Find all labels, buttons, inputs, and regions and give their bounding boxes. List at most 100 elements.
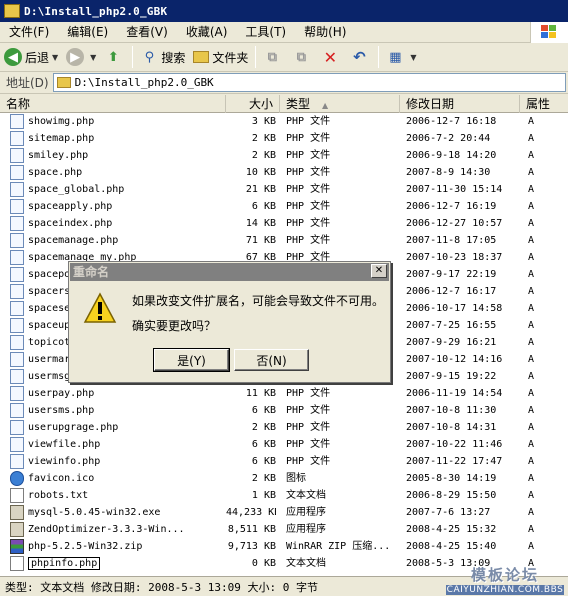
file-type: PHP 文件 [286,439,331,450]
rename-input[interactable]: phpinfo.php [28,555,254,572]
file-type: 文本文档 [286,490,326,501]
file-attributes: A [528,218,535,229]
menu-help[interactable]: 帮助(H) [295,22,355,43]
file-attributes: A [528,507,535,518]
back-button[interactable]: ◀ 后退 ▼ [0,45,62,70]
address-label: 地址(D) [6,76,49,90]
up-folder-button[interactable]: ⬆ [100,45,129,70]
file-modified: 2008-4-25 15:40 [406,541,497,552]
php-file-icon [10,250,24,265]
txt-file-icon [10,556,24,571]
file-row[interactable]: userpay.php 11 KB PHP 文件 2006-11-19 14:54 A [0,385,568,402]
file-size: 2 KB [251,133,276,144]
file-row[interactable]: robots.txt 1 KB 文本文档 2006-8-29 15:50 A [0,487,568,504]
column-size[interactable]: 大小 [226,95,280,113]
forum-watermark: 模板论坛 CAIYUNZHIAN.COM.BBS [446,564,564,595]
column-modified[interactable]: 修改日期 [400,95,520,113]
folders-icon [193,51,210,63]
file-modified: 2007-7-6 13:27 [406,507,491,518]
search-label: 搜索 [161,50,186,65]
menu-edit[interactable]: 编辑(E) [58,22,117,43]
window-titlebar: D:\Install_php2.0_GBK [0,0,568,22]
menu-tools[interactable]: 工具(T) [236,22,295,43]
file-name: viewinfo.php [28,456,101,467]
file-modified: 2007-9-15 19:22 [406,371,497,382]
column-type[interactable]: 类型 ▲ [280,95,400,113]
file-attributes: A [528,354,535,365]
php-file-icon [10,284,24,299]
file-name: sitemap.php [28,133,95,144]
file-row[interactable]: spaceindex.php 14 KB PHP 文件 2006-12-27 10:5… [0,215,568,232]
file-row[interactable]: space_global.php 21 KB PHP 文件 2007-11-30 15… [0,181,568,198]
file-row[interactable]: sitemap.php 2 KB PHP 文件 2006-7-2 20:44 A [0,130,568,147]
php-file-icon [10,233,24,248]
file-type: WinRAR ZIP 压缩... [286,541,391,552]
file-row[interactable]: ZendOptimizer-3.3.3-Win... 8,511 KB 应用程序 20… [0,521,568,538]
file-row[interactable]: userupgrage.php 2 KB PHP 文件 2007-10-8 14:31… [0,419,568,436]
menu-view[interactable]: 查看(V) [117,22,177,43]
address-bar: 地址(D) D:\Install_php2.0_GBK [0,72,568,94]
file-size: 6 KB [251,456,276,467]
folder-icon [56,77,71,88]
file-modified: 2006-12-7 16:17 [406,286,497,297]
undo-icon: ↶ [353,48,366,66]
file-size: 0 KB [251,558,276,569]
folders-button[interactable]: 文件夹 [189,45,252,70]
file-size: 14 KB [245,218,276,229]
forward-button[interactable]: ▶ ▼ [62,45,100,70]
undo-button[interactable]: ↶ [346,45,375,70]
file-row[interactable]: mysql-5.0.45-win32.exe 44,233 KB 应用程序 2007-… [0,504,568,521]
file-name: userpay.php [28,388,95,399]
php-file-icon [10,403,24,418]
menu-file[interactable]: 文件(F) [0,22,58,43]
move-to-button[interactable]: ⧉ [259,45,288,70]
yes-button[interactable]: 是(Y) [153,348,230,372]
no-button[interactable]: 否(N) [234,349,309,371]
copy-to-button[interactable]: ⧉ [288,45,317,70]
search-button[interactable]: ⚲ 搜索 [136,45,189,70]
file-row[interactable]: php-5.2.5-Win32.zip 9,713 KB WinRAR ZIP 压缩… [0,538,568,555]
file-type: PHP 文件 [286,218,331,229]
column-attributes[interactable]: 属性 [520,95,568,113]
file-attributes: A [528,439,535,450]
menu-bar: 文件(F) 编辑(E) 查看(V) 收藏(A) 工具(T) 帮助(H) [0,22,568,43]
file-modified: 2007-8-9 14:30 [406,167,491,178]
file-attributes: A [528,456,535,467]
toolbar-separator [132,46,134,68]
file-row[interactable]: smiley.php 2 KB PHP 文件 2006-9-18 14:20 A [0,147,568,164]
delete-button[interactable]: ✕ [317,45,346,70]
file-row[interactable]: space.php 10 KB PHP 文件 2007-8-9 14:30 A [0,164,568,181]
file-modified: 2006-7-2 20:44 [406,133,491,144]
views-button[interactable]: ▦ ▼ [382,45,420,70]
file-size: 8,511 KB [227,524,276,535]
toolbar-separator [255,46,257,68]
back-arrow-icon: ◀ [4,48,22,66]
column-name[interactable]: 名称 [0,95,226,113]
file-row[interactable]: spaceapply.php 6 KB PHP 文件 2006-12-7 16:19 A [0,198,568,215]
file-attributes: A [528,201,535,212]
menu-favorites[interactable]: 收藏(A) [177,22,237,43]
file-type: PHP 文件 [286,116,331,127]
zip-file-icon [10,539,24,554]
php-file-icon [10,420,24,435]
file-modified: 2008-4-25 15:32 [406,524,497,535]
file-modified: 2007-10-8 14:31 [406,422,497,433]
file-row[interactable]: showimg.php 3 KB PHP 文件 2006-12-7 16:18 A [0,113,568,130]
copy-to-icon: ⧉ [296,49,306,65]
file-modified: 2007-11-8 17:05 [406,235,497,246]
file-attributes: A [528,167,535,178]
file-row[interactable]: usersms.php 6 KB PHP 文件 2007-10-8 11:30 A [0,402,568,419]
file-row[interactable]: viewfile.php 6 KB PHP 文件 2007-10-22 11:46 A [0,436,568,453]
close-icon[interactable]: ✕ [371,264,387,278]
file-row[interactable]: spacemanage.php 71 KB PHP 文件 2007-11-8 17:0… [0,232,568,249]
address-input[interactable]: D:\Install_php2.0_GBK [52,73,566,92]
chevron-down-icon[interactable]: ▼ [52,53,58,62]
file-modified: 2007-10-22 11:46 [406,439,503,450]
file-row[interactable]: favicon.ico 2 KB 图标 2005-8-30 14:19 A [0,470,568,487]
chevron-down-icon[interactable]: ▼ [90,53,96,62]
file-row[interactable]: viewinfo.php 6 KB PHP 文件 2007-11-22 17:47 A [0,453,568,470]
file-name: mysql-5.0.45-win32.exe [28,507,161,518]
back-label: 后退 [25,50,50,65]
forward-arrow-icon: ▶ [66,48,85,66]
chevron-down-icon[interactable]: ▼ [410,53,416,62]
